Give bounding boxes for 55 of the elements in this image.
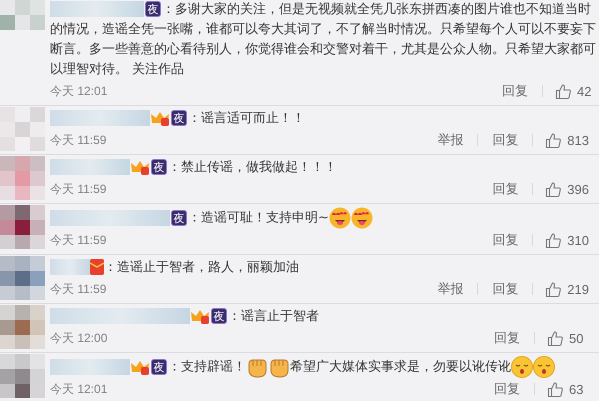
comment-text: 希望广大媒体实事求是，勿要以讹传讹: [290, 360, 511, 375]
thumbs-up-icon[interactable]: [545, 132, 562, 148]
action-link[interactable]: 回复: [490, 131, 520, 149]
like-count: 63: [569, 382, 584, 396]
comment-time: 今天 11:59: [50, 132, 108, 148]
comment-time: 今天 12:01: [50, 380, 108, 398]
blurred-username: [50, 259, 90, 276]
comment-text: ：支持辟谣！: [168, 360, 246, 375]
thumbs-up-icon[interactable]: [547, 330, 564, 346]
comment-text: ：造谣可耻！支持申明~: [188, 210, 329, 226]
crown-icon: [130, 359, 150, 375]
night-badge: 夜: [145, 1, 161, 18]
heart-eyes-emoji-icon: [350, 207, 373, 229]
thumbs-up-icon[interactable]: [555, 82, 572, 100]
night-badge: 夜: [211, 308, 227, 324]
action-link[interactable]: 回复: [492, 329, 522, 347]
kissing-face-emoji-icon: [533, 356, 555, 378]
thumbs-up-icon[interactable]: [545, 232, 562, 248]
heart-eyes-emoji-icon: [328, 207, 351, 229]
comment-text: ：多谢大家的关注，但是无视频就全凭几张东拼西凑的图片谁也不知道当时: [162, 2, 591, 17]
action-link[interactable]: 回复: [500, 82, 530, 100]
like-count: 42: [577, 84, 592, 98]
night-badge: 夜: [171, 210, 187, 226]
action-link[interactable]: 回复: [490, 280, 520, 298]
like-count: 396: [567, 182, 589, 196]
comment-time: 今天 12:01: [50, 82, 108, 100]
comment-time: 今天 11:59: [50, 280, 108, 298]
night-badge: 夜: [171, 110, 187, 126]
like-count: 219: [567, 282, 589, 296]
crown-icon: [190, 308, 210, 324]
action-link[interactable]: 举报: [435, 131, 466, 149]
night-badge: 夜: [151, 159, 167, 176]
like-count: 50: [569, 330, 584, 346]
comment-text: ：造谣止于智者，路人，丽颖加油: [104, 260, 299, 275]
thumbs-up-icon[interactable]: [545, 180, 562, 198]
comment-time: 今天 12:00: [50, 330, 108, 346]
comment-text: ：谣言止于智者: [228, 309, 319, 324]
action-link[interactable]: 回复: [492, 380, 522, 398]
comment-time: 今天 11:59: [50, 180, 108, 198]
thumbs-up-icon[interactable]: [545, 280, 562, 298]
thumbs-up-icon[interactable]: [547, 380, 564, 398]
action-link[interactable]: 回复: [490, 231, 520, 249]
comment-text: 的情况，造谣全凭一张嘴，谁都可以夸大其词了，不了解当时情况。只希望每个人可以不要妄下断言。多一些善意的心看待别人，你觉得谁会和交警对着干，尤其是公众人物。只希望大家都可以理智对待。 关注作品: [50, 20, 597, 79]
crown-icon: [150, 110, 170, 126]
action-link[interactable]: 举报: [435, 280, 466, 298]
crown-icon: [130, 159, 150, 176]
night-badge: 夜: [151, 359, 167, 375]
action-link[interactable]: 回复: [490, 180, 520, 198]
comment-text: ：谣言适可而止！！: [188, 111, 305, 126]
like-count: 813: [567, 132, 589, 148]
comment-time: 今天 11:59: [50, 232, 108, 248]
like-count: 310: [567, 232, 589, 248]
comment-text: ：禁止传谣，做我做起！！！: [168, 160, 337, 175]
kissing-face-emoji-icon: [511, 356, 533, 378]
envelope-icon: [90, 259, 104, 276]
